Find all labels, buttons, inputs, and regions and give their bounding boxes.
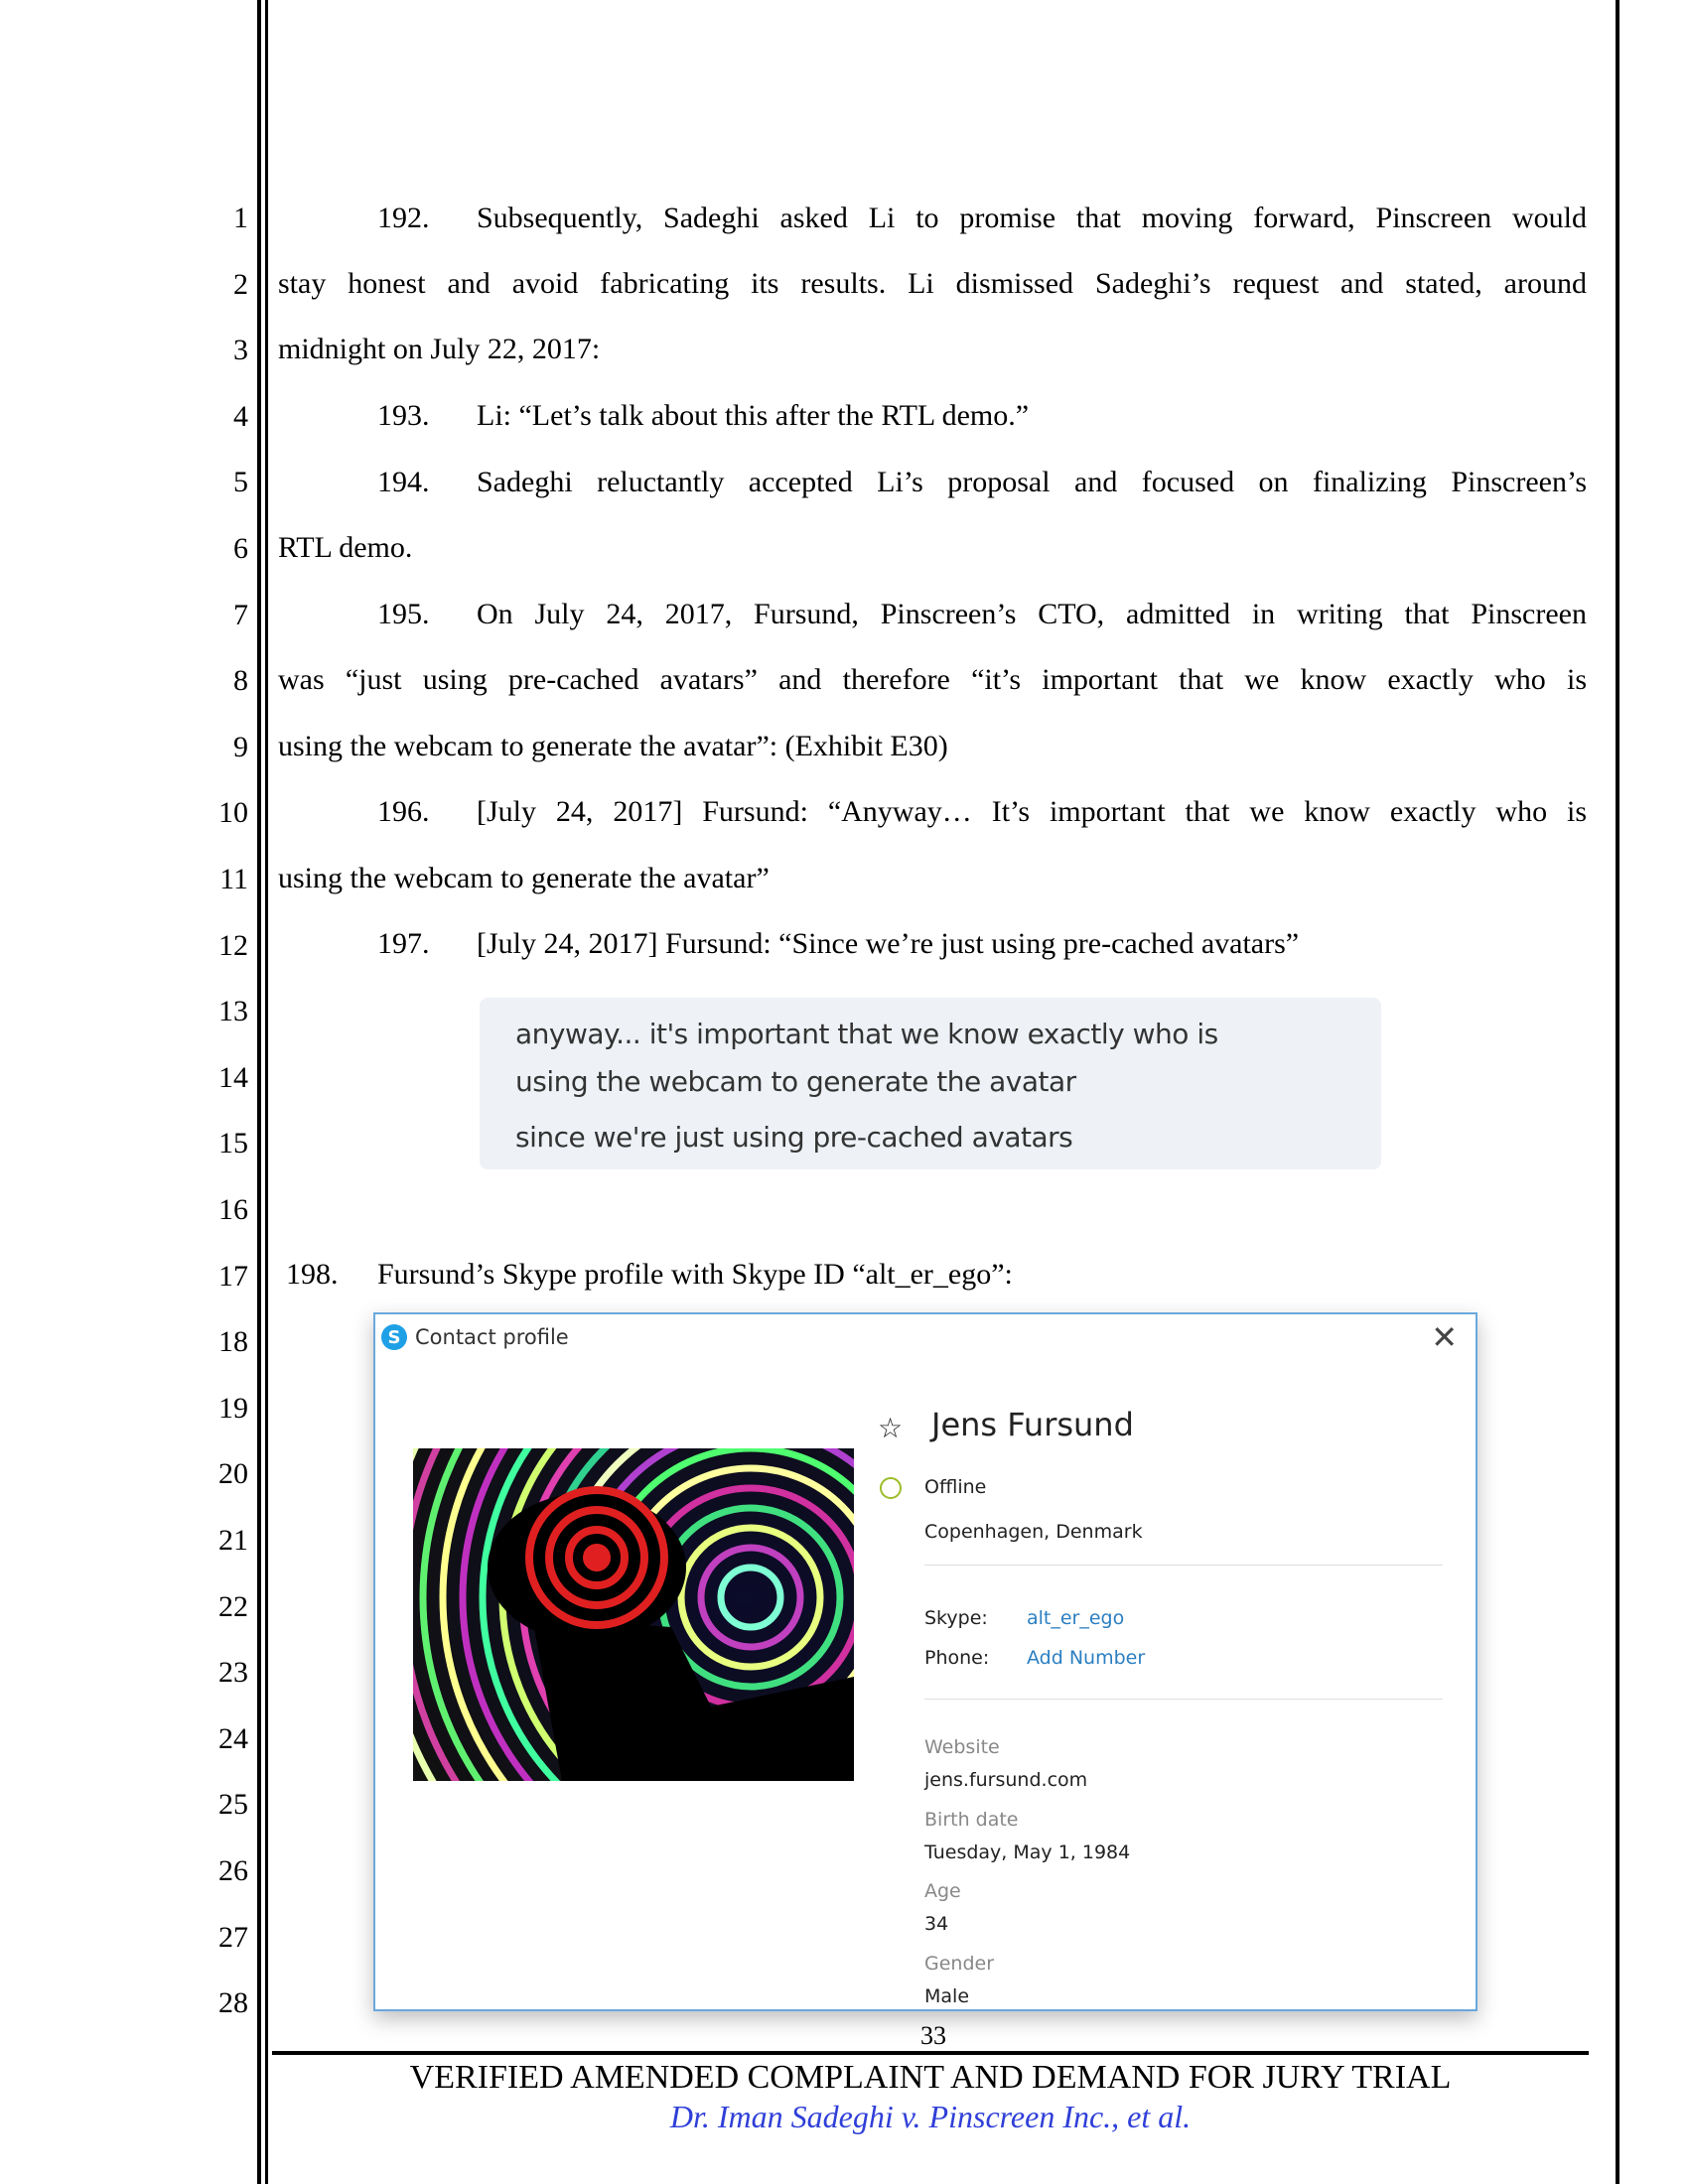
paragraph-195-line-2: was “just using pre-cached avatars” and … bbox=[278, 663, 1587, 696]
chat-excerpt-bubble: anyway... it's important that we know ex… bbox=[480, 998, 1381, 1169]
line-number: 26 bbox=[218, 1854, 248, 1887]
window-title-bar: S Contact profile bbox=[381, 1324, 569, 1350]
line-number: 16 bbox=[218, 1193, 248, 1226]
footer-rule bbox=[272, 2051, 1589, 2055]
website-label: Website bbox=[924, 1736, 1000, 1758]
window-title: Contact profile bbox=[415, 1325, 569, 1349]
line-number: 12 bbox=[218, 928, 248, 962]
line-number: 27 bbox=[218, 1920, 248, 1954]
paragraph-number: 194. bbox=[377, 466, 430, 498]
paragraph-number: 196. bbox=[377, 795, 430, 828]
line-number: 25 bbox=[218, 1788, 248, 1822]
line-number: 22 bbox=[218, 1589, 248, 1623]
line-number: 13 bbox=[218, 995, 248, 1028]
line-number: 10 bbox=[218, 796, 248, 830]
paragraph-196-line-2: using the webcam to generate the avatar” bbox=[278, 862, 770, 894]
left-border-outer bbox=[257, 0, 261, 2184]
skype-contact-profile-window: S Contact profile ✕ ☆ Jens Fursund Offli… bbox=[373, 1312, 1477, 2011]
paragraph-195-line-1: 195. On July 24, 2017, Fursund, Pinscreen… bbox=[377, 598, 1587, 630]
profile-avatar-image bbox=[413, 1448, 854, 1781]
line-number: 14 bbox=[218, 1060, 248, 1094]
paragraph-197: 197. [July 24, 2017] Fursund: “Since we’r… bbox=[377, 927, 1300, 960]
paragraph-195-line-3: using the webcam to generate the avatar”… bbox=[278, 730, 948, 762]
add-number-link[interactable]: Add Number bbox=[1027, 1647, 1145, 1669]
case-caption: Dr. Iman Sadeghi v. Pinscreen Inc., et a… bbox=[669, 2099, 1192, 2134]
line-number: 15 bbox=[218, 1127, 248, 1160]
birth-date-value: Tuesday, May 1, 1984 bbox=[924, 1842, 1131, 1863]
paragraph-192-line-3: midnight on July 22, 2017: bbox=[278, 333, 601, 365]
phone-label: Phone: bbox=[924, 1647, 990, 1669]
paragraph-number: 192. bbox=[377, 202, 430, 234]
line-number: 17 bbox=[218, 1259, 248, 1293]
line-number: 18 bbox=[218, 1325, 248, 1359]
presence-status-text: Offline bbox=[924, 1476, 987, 1498]
skype-logo-icon: S bbox=[381, 1324, 407, 1350]
paragraph-194-line-1: 194. Sadeghi reluctantly accepted Li’s pr… bbox=[377, 466, 1587, 498]
line-number: 24 bbox=[218, 1721, 248, 1755]
contact-location: Copenhagen, Denmark bbox=[924, 1521, 1143, 1543]
paragraph-number: 198. bbox=[286, 1258, 339, 1291]
gender-value: Male bbox=[924, 1985, 970, 2007]
line-number: 7 bbox=[233, 598, 248, 631]
skype-id-label: Skype: bbox=[924, 1607, 988, 1629]
paragraph-number: 195. bbox=[377, 598, 430, 630]
paragraph-196-line-1: 196. [July 24, 2017] Fursund: “Anyway… It… bbox=[377, 795, 1587, 828]
paragraph-193: 193. Li: “Let’s talk about this after the… bbox=[377, 399, 1030, 432]
line-number: 1 bbox=[233, 202, 248, 234]
line-number: 9 bbox=[233, 730, 248, 763]
contact-name: Jens Fursund bbox=[931, 1406, 1134, 1443]
line-number: 3 bbox=[233, 334, 248, 367]
paragraph-198: 198. Fursund’s Skype profile with Skype I… bbox=[286, 1258, 1013, 1291]
age-label: Age bbox=[924, 1880, 961, 1902]
document-title: VERIFIED AMENDED COMPLAINT AND DEMAND FO… bbox=[409, 2059, 1452, 2096]
age-value: 34 bbox=[924, 1913, 949, 1935]
line-number: 11 bbox=[219, 863, 248, 895]
line-number: 6 bbox=[233, 532, 248, 565]
paragraph-192-line-1: 192. Subsequently, Sadeghi asked Li to pr… bbox=[377, 202, 1587, 234]
divider bbox=[924, 1699, 1443, 1700]
line-number: 19 bbox=[218, 1391, 248, 1425]
paragraph-192-line-2: stay honest and avoid fabricating its re… bbox=[278, 267, 1587, 300]
close-button[interactable]: ✕ bbox=[1431, 1318, 1458, 1356]
avatar-spiral-graphic bbox=[413, 1448, 854, 1781]
chat-message: using the webcam to generate the avatar bbox=[515, 1065, 1076, 1098]
line-number: 28 bbox=[218, 1986, 248, 2020]
presence-status-icon bbox=[880, 1477, 902, 1499]
line-number: 4 bbox=[233, 399, 248, 433]
page-number: 33 bbox=[920, 2021, 946, 2050]
line-number: 5 bbox=[233, 466, 248, 499]
right-border bbox=[1616, 0, 1619, 2184]
left-border-inner bbox=[265, 0, 268, 2184]
paragraph-194-line-2: RTL demo. bbox=[278, 531, 413, 564]
favorite-star-icon[interactable]: ☆ bbox=[878, 1412, 903, 1444]
line-number: 23 bbox=[218, 1656, 248, 1690]
skype-id-link[interactable]: alt_er_ego bbox=[1027, 1607, 1124, 1629]
paragraph-number: 197. bbox=[377, 927, 430, 960]
gender-label: Gender bbox=[924, 1953, 995, 1975]
divider bbox=[924, 1565, 1443, 1566]
line-number: 8 bbox=[233, 664, 248, 698]
chat-message: since we're just using pre-cached avatar… bbox=[515, 1121, 1073, 1154]
line-number: 20 bbox=[218, 1457, 248, 1491]
birth-date-label: Birth date bbox=[924, 1809, 1019, 1831]
paragraph-number: 193. bbox=[377, 399, 430, 432]
chat-message: anyway... it's important that we know ex… bbox=[515, 1018, 1218, 1050]
website-value: jens.fursund.com bbox=[924, 1769, 1088, 1791]
line-number: 21 bbox=[218, 1524, 248, 1557]
line-number: 2 bbox=[233, 267, 248, 301]
